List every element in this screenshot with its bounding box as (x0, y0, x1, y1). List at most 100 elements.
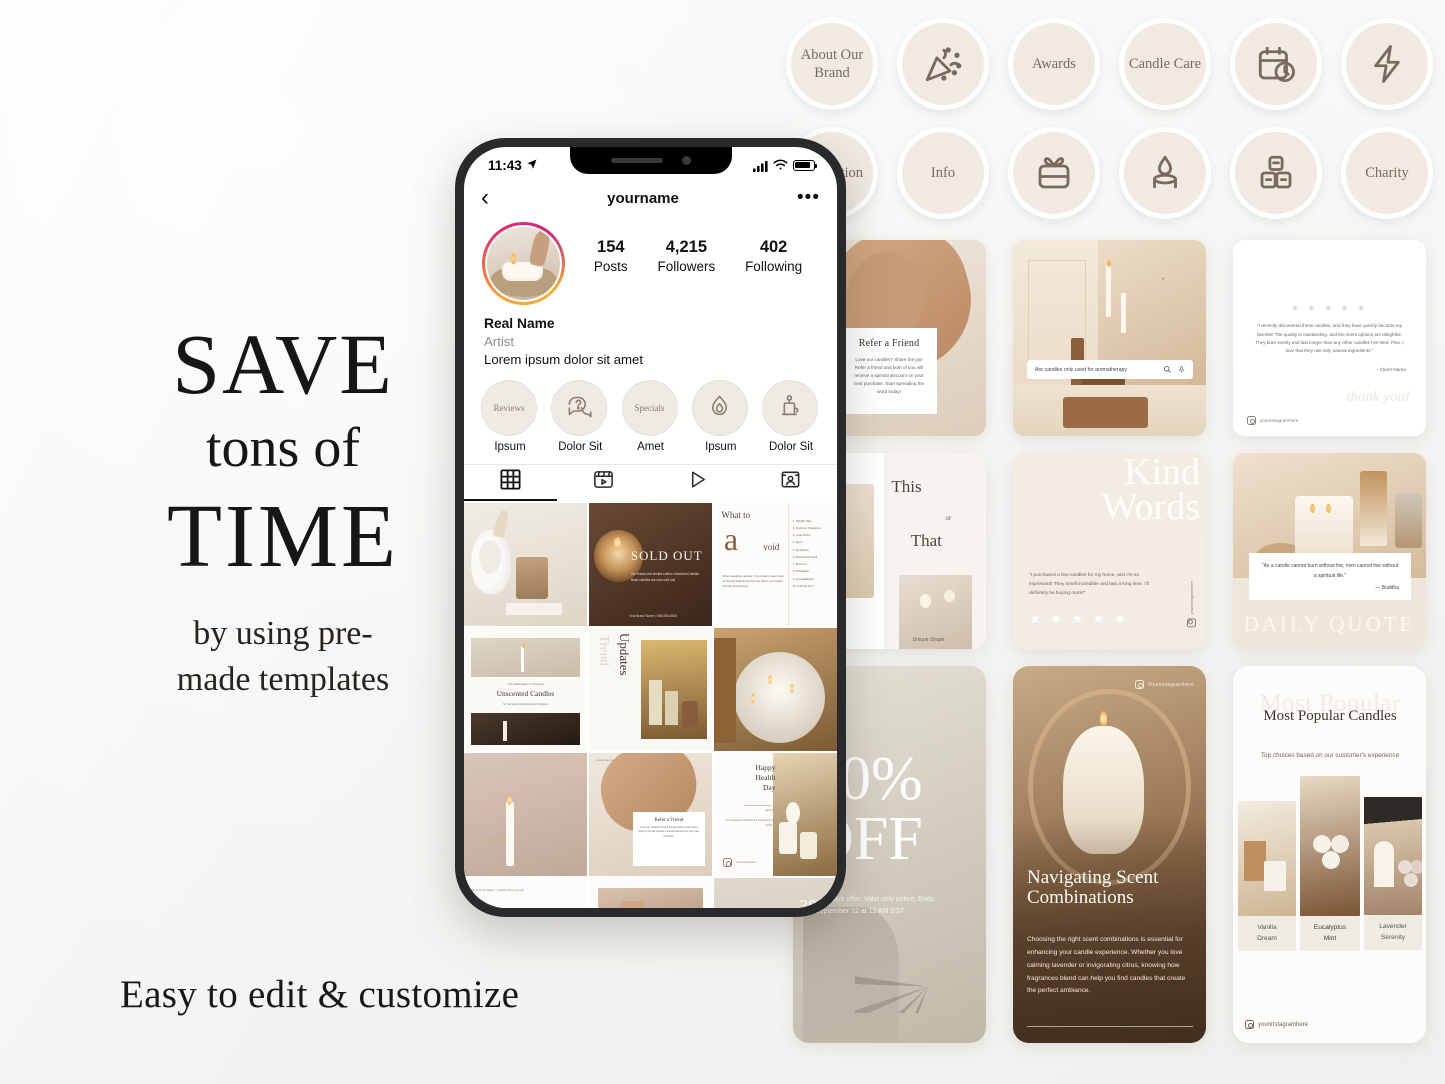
popular-item-2-line1: Eucalyptus (1313, 924, 1347, 931)
divider (1027, 1026, 1193, 1027)
grid-post[interactable] (464, 502, 587, 626)
stat-following[interactable]: 402 Following (745, 238, 802, 274)
post-title-ghost: Trend (597, 635, 613, 666)
post-title: Unscented Candles (496, 689, 555, 699)
calendar-clock-icon (1255, 43, 1297, 85)
phone-screen: 11:43 ‹ yourname ••• 154 Posts 4,215 Fol… (464, 147, 837, 908)
post-title: Updates (617, 632, 633, 676)
card-daily-quote[interactable]: "As a candle cannot burn without fire, m… (1233, 453, 1426, 649)
highlight-label: Candle Care (1128, 55, 1202, 72)
phone-mockup: 11:43 ‹ yourname ••• 154 Posts 4,215 Fol… (455, 138, 846, 917)
card-aromatherapy-search[interactable]: Are candles only used for aromatherapy (1013, 240, 1206, 436)
grid-post[interactable]: The Advantages of Choosing Unscented Can… (464, 627, 587, 751)
highlight-caption: Dolor Sit (558, 440, 603, 453)
bio-name: Real Name (484, 316, 555, 331)
post-title: What to (721, 510, 751, 521)
back-chevron-icon[interactable]: ‹ (481, 186, 489, 210)
card-testimonial[interactable]: ★ ★ ★ ★ ★ "I recently discovered these c… (1233, 240, 1426, 436)
more-options-icon[interactable]: ••• (797, 188, 820, 208)
profile-section: 154 Posts 4,215 Followers 402 Following (464, 214, 837, 305)
story-highlight-reviews[interactable]: Reviews Ipsum (481, 379, 539, 453)
post-subtext: Our brand-new limited edition Checkered … (630, 571, 699, 582)
highlight-circle-schedule[interactable] (1230, 18, 1322, 110)
highlight-bubble-text: Specials (634, 402, 665, 413)
highlight-circle-info[interactable]: Info (897, 127, 989, 219)
stat-label: Followers (657, 259, 716, 274)
grid-post[interactable]: Trend Updates (589, 627, 712, 751)
magnifier-icon[interactable] (1163, 361, 1172, 379)
card-kind-words[interactable]: Kind Words "I purchased a few candles fo… (1013, 453, 1206, 649)
popular-item-3-line1: Lavender (1379, 923, 1407, 930)
refer-card-title: Refer a Friend (858, 338, 920, 349)
bio-description: Lorem ipsum dolor sit amet (484, 352, 644, 368)
card-scent-combinations-story[interactable]: Yourinstagramhere Navigating Scent Combi… (1013, 666, 1206, 1043)
instagram-icon (722, 858, 732, 868)
popular-item-1-line1: Vanilla (1257, 924, 1277, 931)
stat-followers[interactable]: 4,215 Followers (657, 238, 715, 274)
highlight-circle-about-our-brand[interactable]: About Our Brand (786, 18, 878, 110)
highlight-circle-gift[interactable] (1008, 127, 1100, 219)
tab-grid[interactable] (464, 465, 558, 501)
grid-post[interactable]: SOLD OUT Our brand-new limited edition C… (589, 502, 712, 626)
grid-post[interactable]: 30,000 Candles Sold! We proudly announce… (589, 877, 712, 908)
highlight-circle-awards[interactable]: Awards (1008, 18, 1100, 110)
headline-tons-of: tons of (206, 417, 360, 480)
scent-story-title-2: Combinations (1027, 887, 1134, 909)
grid-post[interactable] (714, 627, 837, 751)
daily-quote-footer: DAILY QUOTE (1243, 612, 1416, 636)
popular-item-1-line2: Dream (1257, 934, 1277, 942)
highlight-circle-party[interactable] (897, 18, 989, 110)
stat-value: 4,215 (665, 238, 708, 256)
refer-card-body: Love our candles? Share the joy! Refer a… (853, 357, 925, 395)
profile-username: yourname (607, 189, 679, 207)
avatar-story-ring[interactable] (482, 222, 565, 305)
post-caption: The Advantages of Choosing (507, 681, 544, 686)
front-camera (681, 156, 691, 165)
story-highlight-specials[interactable]: Specials Amet (621, 379, 680, 453)
battery-icon (793, 159, 818, 171)
post-caption: April 7 (765, 809, 774, 813)
card-most-popular-story[interactable]: Most Popular Most Popular Candles Top ch… (1233, 666, 1426, 1043)
instagram-icon (1187, 618, 1196, 627)
popular-title: Most Popular Candles (1263, 708, 1397, 724)
scent-story-handle: Yourinstagramhere (1147, 681, 1194, 688)
stat-posts[interactable]: 154 Posts (594, 238, 628, 274)
highlight-circle-charity[interactable]: Charity (1341, 127, 1433, 219)
highlight-circle-packaging[interactable] (1230, 127, 1322, 219)
post-subcaption: for Sensitive Individuals and Allergies (503, 702, 548, 706)
instagram-icon (1247, 416, 1256, 425)
grid-post[interactable]: What to a void When selecting candles, i… (714, 502, 837, 626)
location-arrow-icon (526, 158, 538, 173)
candle-icon (777, 393, 804, 422)
testimonial-thank-you: thank you! (1346, 389, 1410, 405)
highlight-caption: Ipsum (494, 440, 526, 453)
highlight-circles-row-1: About Our Brand Awards Candle Care (786, 18, 1433, 110)
grid-post[interactable]: yourwebsite.com Refer a Friend Love our … (589, 752, 712, 876)
question-chat-icon (566, 393, 593, 422)
post-body: Love our candles? Share the joy! Refer a… (638, 825, 700, 838)
grid-post[interactable]: 30%OFF (714, 877, 837, 908)
highlight-circle-flash[interactable] (1341, 18, 1433, 110)
highlight-bubble-text: Reviews (493, 402, 525, 413)
post-title: SOLD OUT (630, 548, 703, 564)
grid-post[interactable] (464, 752, 587, 876)
marketing-headline-block: SAVE tons of TIME by using pre- made tem… (118, 316, 448, 703)
tab-reels[interactable] (557, 465, 650, 501)
microphone-icon[interactable] (1178, 361, 1185, 379)
boxes-icon (1255, 152, 1297, 194)
story-highlight-candle[interactable]: Dolor Sit (762, 379, 820, 453)
grid-post[interactable]: Happy Health Day April 7 An occasion to ce… (714, 752, 837, 876)
status-bar-time: 11:43 (488, 157, 522, 173)
phone-notch (569, 147, 732, 174)
headline-save: SAVE (172, 316, 394, 412)
tab-tagged[interactable] (744, 465, 837, 501)
tab-video[interactable] (651, 465, 744, 501)
highlight-circle-candle-care[interactable]: Candle Care (1119, 18, 1211, 110)
this-or-that-word-this: This (891, 476, 922, 496)
avatar (485, 225, 562, 302)
story-highlight-faq[interactable]: Dolor Sit (551, 379, 609, 453)
stat-value: 154 (597, 238, 625, 256)
highlight-circle-candle[interactable] (1119, 127, 1211, 219)
grid-post[interactable]: Name of Your Brand — Location Here, Any … (464, 877, 587, 908)
story-highlight-flame[interactable]: Ipsum (691, 379, 750, 453)
